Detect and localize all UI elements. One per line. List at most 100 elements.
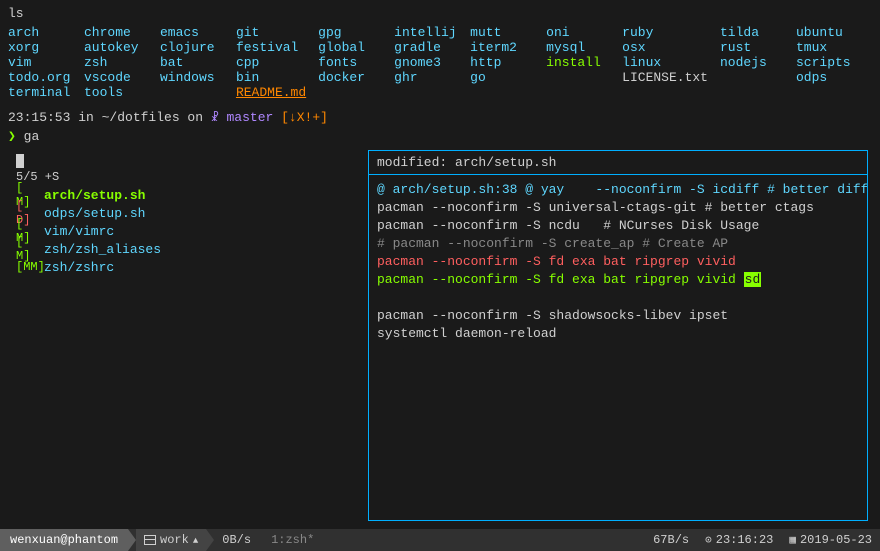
ls-item: gnome3 [394,55,470,70]
user-host-text: wenxuan@phantom [10,533,118,547]
ls-item: go [470,70,546,85]
diff-panel: modified: arch/setup.sh @ arch/setup.sh:… [368,150,868,521]
status-date: ▦ 2019-05-23 [781,529,880,551]
ls-item: osx [622,40,720,55]
ls-item [720,70,796,85]
ls-grid: arch chrome emacs git gpg intellij mutt … [8,25,872,100]
file-item: [ M] arch/setup.sh [16,186,360,204]
window-icon [144,535,156,545]
ls-item: ghr [394,70,470,85]
net-speed-text: 0B/s [222,533,251,547]
cursor-line [16,152,360,170]
diff-line-added: pacman --noconfirm -S fd exa bat ripgrep… [377,271,859,289]
git-branch-icon: ☧ [211,110,227,125]
ls-item: emacs [160,25,236,40]
diff-header: modified: arch/setup.sh [369,151,867,175]
diff-line: pacman --noconfirm -S ncdu # NCurses Dis… [377,217,859,235]
ls-item: xorg [8,40,84,55]
ls-item: mutt [470,25,546,40]
status-user-host: wenxuan@phantom [0,529,128,551]
shell-text: 1:zsh* [271,533,314,547]
status-sep-1 [128,529,136,551]
prompt-arrow: ❯ [8,129,24,144]
filename: arch/setup.sh [44,188,145,203]
filename: vim/vimrc [44,224,114,239]
status-shell: 1:zsh* [259,533,645,547]
ls-item: vscode [84,70,160,85]
diff-content: @ arch/setup.sh:38 @ yay --noconfirm -S … [369,175,867,520]
ls-item: oni [546,25,622,40]
file-item: [ D] odps/setup.sh [16,204,360,222]
file-item: [ M] vim/vimrc [16,222,360,240]
left-panel: 5/5 +S [ M] arch/setup.sh [ D] odps/setu… [8,148,368,523]
diff-line-deleted: pacman --noconfirm -S fd exa bat ripgrep… [377,253,859,271]
ls-item: chrome [84,25,160,40]
ls-item: bat [160,55,236,70]
ls-item: rust [720,40,796,55]
ls-item: mysql [546,40,622,55]
ls-item: docker [318,70,394,85]
status-upload: 67B/s [645,529,697,551]
diff-highlight: sd [744,272,762,287]
ls-item: ubuntu [796,25,872,40]
file-item: [ M] zsh/zsh_aliases [16,240,360,258]
diff-line: pacman --noconfirm -S universal-ctags-gi… [377,199,859,217]
ls-item: install [546,55,622,70]
ls-item: fonts [318,55,394,70]
prompt-line: 23:15:53 in ~/dotfiles on ☧ master [↓X!+… [8,110,872,125]
ls-item: bin [236,70,318,85]
file-marker: [MM] [16,260,44,274]
ls-item: clojure [160,40,236,55]
diff-line: systemctl daemon-reload [377,325,859,343]
ls-item: arch [8,25,84,40]
status-time: ⊙ 23:16:23 [697,529,781,551]
calendar-icon: ▦ [789,533,796,547]
vim-status: 5/5 +S [16,170,360,184]
time-text: 23:16:23 [716,533,774,547]
ls-item: iterm2 [470,40,546,55]
ls-item-readme: README.md [236,85,318,100]
branch-name: master [227,110,274,125]
ls-item: festival [236,40,318,55]
timestamp: 23:15:53 in ~/dotfiles on [8,110,203,125]
ls-item: autokey [84,40,160,55]
ls-item: windows [160,70,236,85]
ls-item: global [318,40,394,55]
diff-file-ref: @ arch/setup.sh:38 @ yay --noconfirm -S … [377,181,859,199]
ls-item: vim [8,55,84,70]
file-item: [MM] zsh/zshrc [16,258,360,276]
status-workspace: work [136,529,206,551]
ls-item: gpg [318,25,394,40]
clock-icon: ⊙ [705,533,712,547]
ls-item [160,85,236,100]
ls-item: terminal [8,85,84,100]
ls-item: gradle [394,40,470,55]
diff-line: # pacman --noconfirm -S create_ap # Crea… [377,235,859,253]
ls-item: linux [622,55,720,70]
ls-item: scripts [796,55,872,70]
up-arrow-icon [193,533,198,547]
statusbar: wenxuan@phantom work 0B/s 1:zsh* 67B/s ⊙… [0,529,880,551]
git-status-text: [↓X!+] [281,110,328,125]
ls-item: intellij [394,25,470,40]
ls-item: http [470,55,546,70]
status-sep-2 [206,529,214,551]
diff-line: pacman --noconfirm -S shadowsocks-libev … [377,307,859,325]
date-text: 2019-05-23 [800,533,872,547]
filename: odps/setup.sh [44,206,145,221]
ls-command: ls [8,6,872,21]
main-content: 5/5 +S [ M] arch/setup.sh [ D] odps/setu… [8,148,872,523]
ls-item: nodejs [720,55,796,70]
ga-command-text: ga [24,129,40,144]
filename: zsh/zshrc [44,260,114,275]
diff-line [377,289,859,307]
ga-command-line: ❯ ga [8,129,872,144]
terminal: ls arch chrome emacs git gpg intellij mu… [0,0,880,529]
status-netspeed: 0B/s [214,529,259,551]
ls-item [546,70,622,85]
ls-item: todo.org [8,70,84,85]
file-marker: [ M] [16,235,44,263]
workspace-label: work [160,533,189,547]
ls-item: LICENSE.txt [622,70,720,85]
ls-item: git [236,25,318,40]
